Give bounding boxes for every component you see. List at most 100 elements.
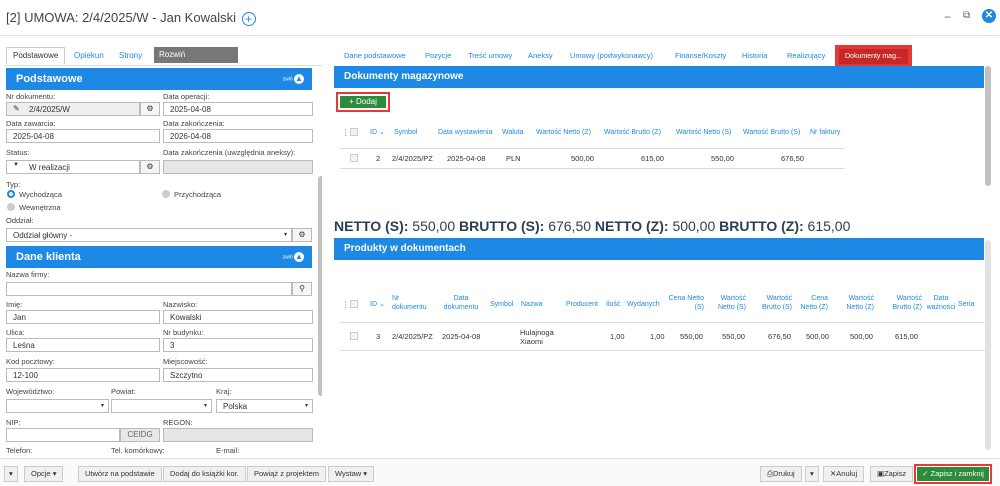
prod-select-all-checkbox[interactable] <box>350 300 358 308</box>
row-checkbox[interactable] <box>350 154 358 162</box>
prod-col-producent[interactable]: Producent <box>566 300 598 309</box>
gear-icon[interactable]: ⚙ <box>140 102 160 116</box>
prod-col-cena-netto-s[interactable]: Cena Netto (S) <box>668 294 704 312</box>
dodaj-ksiazki-button[interactable]: Dodaj do książki kor. <box>163 466 246 482</box>
tab-pozycje[interactable]: Pozycje <box>425 51 451 60</box>
oddzial-gear-icon[interactable]: ⚙ <box>292 228 312 242</box>
prod-col-wydanych[interactable]: Wydanych <box>627 300 660 309</box>
prod-col-cena-netto-z[interactable]: Cena Netto (Z) <box>796 294 828 312</box>
nr-budynku-input[interactable]: 3 <box>163 338 313 352</box>
collapse-client[interactable]: zwiń ▲ <box>283 252 304 262</box>
prod-col-data-dokumentu[interactable]: Data dokumentu <box>440 294 482 312</box>
col-wartosc-brutto-z[interactable]: Wartość Brutto (Z) <box>604 128 661 137</box>
prod-col-wartosc-brutto-s[interactable]: Wartość Brutto (S) <box>752 294 792 312</box>
tab-dokumenty-magazynowe[interactable]: Dokumenty mag... <box>835 45 912 68</box>
oddzial-select[interactable]: Oddział główny - ▾ <box>6 228 292 242</box>
regon-input[interactable] <box>163 428 313 442</box>
prod-col-id[interactable]: ID ⌄ <box>370 300 385 309</box>
wystaw-button[interactable]: Wystaw ▾ <box>328 466 375 482</box>
status-select[interactable]: ▼ W realizacji <box>6 160 140 174</box>
add-document-button[interactable]: + Dodaj <box>336 92 390 112</box>
prod-nr-dokumentu[interactable]: 2/4/2025/PZ <box>392 332 433 341</box>
add-icon[interactable]: + <box>241 11 256 26</box>
nr-dokumentu-input[interactable]: ✎ 2/4/2025/W <box>6 102 140 116</box>
ceidg-button[interactable]: CEIDG <box>120 428 160 442</box>
prod-col-nr-dokumentu[interactable]: Nr dokumentu <box>392 294 434 312</box>
nazwisko-input[interactable]: Kowalski <box>163 310 313 324</box>
right-scrollbar[interactable] <box>985 66 991 186</box>
data-operacji-input[interactable]: 2025-04-08 <box>163 102 313 116</box>
ulica-input[interactable]: Leśna <box>6 338 160 352</box>
data-zakonczenia-input[interactable]: 2026-04-08 <box>163 129 313 143</box>
imie-input[interactable]: Jan <box>6 310 160 324</box>
doc-symbol[interactable]: 2/4/2025/PZ <box>392 154 433 163</box>
prod-row-menu-icon[interactable]: ⋮ <box>342 300 350 309</box>
footer-toolbar: ▾ Opcje ▾ Utwórz na podstawie Dodaj do k… <box>0 458 1000 486</box>
drukuj-button[interactable]: ⎙Drukuj <box>760 466 802 482</box>
prod-col-nazwa[interactable]: Nazwa <box>521 300 542 309</box>
close-icon[interactable]: ✕ <box>982 9 996 23</box>
col-nr-faktury[interactable]: Nr faktury <box>810 128 840 137</box>
prod-col-seria[interactable]: Seria <box>958 300 974 309</box>
miejscowosc-input[interactable]: Szczytno <box>163 368 313 382</box>
data-zawarcia-input[interactable]: 2025-04-08 <box>6 129 160 143</box>
opcje-label: Opcje <box>31 469 51 478</box>
restore-icon[interactable]: ⧉ <box>963 10 970 21</box>
anuluj-button[interactable]: ✕Anuluj <box>823 466 865 482</box>
prod-col-wartosc-netto-s[interactable]: Wartość Netto (S) <box>710 294 746 312</box>
col-wartosc-netto-z[interactable]: Wartość Netto (Z) <box>536 128 591 137</box>
tab-strony[interactable]: Strony <box>113 48 148 63</box>
powiaz-button[interactable]: Powiąż z projektem <box>247 466 327 482</box>
tab-historia[interactable]: Historia <box>742 51 767 60</box>
col-data-wystawienia[interactable]: Data wystawienia <box>438 128 492 137</box>
expand-dropdown[interactable]: Rozwiń <box>154 47 238 63</box>
status-gear-icon[interactable]: ⚙ <box>140 160 160 174</box>
minimize-icon[interactable]: − <box>944 10 951 24</box>
tab-dane-podstawowe[interactable]: Dane podstawowe <box>344 51 406 60</box>
prod-col-wartosc-brutto-z[interactable]: Wartość Brutto (Z) <box>880 294 922 312</box>
tab-podstawowe[interactable]: Podstawowe <box>6 47 66 64</box>
powiat-select[interactable]: ▾ <box>111 399 212 413</box>
save-and-close-button[interactable]: ✓ Zapisz i zamknij <box>914 464 992 484</box>
col-wartosc-netto-s[interactable]: Wartość Netto (S) <box>676 128 731 137</box>
prod-row-checkbox[interactable] <box>350 332 358 340</box>
col-waluta[interactable]: Waluta <box>502 128 524 137</box>
utworz-button[interactable]: Utwórz na podstawie <box>78 466 162 482</box>
drukuj-caret-icon[interactable]: ▾ <box>805 466 819 482</box>
tab-finanse-koszty[interactable]: Finanse/Koszty <box>675 51 726 60</box>
prod-col-data-waznosci[interactable]: Data ważności <box>926 294 956 312</box>
col-wartosc-brutto-s[interactable]: Wartość Brutto (S) <box>743 128 800 137</box>
radio-przychodzaca[interactable] <box>162 190 170 198</box>
zapisz-button[interactable]: ▣Zapisz <box>870 466 914 482</box>
search-icon[interactable]: ⚲ <box>292 282 312 296</box>
kraj-select[interactable]: Polska ▾ <box>216 399 313 413</box>
data-zak-aneksy-input <box>163 160 313 174</box>
wojewodztwo-select[interactable]: ▾ <box>6 399 109 413</box>
radio-wewnetrzna[interactable] <box>7 203 15 211</box>
prod-col-wartosc-netto-z[interactable]: Wartość Netto (Z) <box>838 294 874 312</box>
collapse-basic[interactable]: zwiń ▲ <box>283 74 304 84</box>
col-id[interactable]: ID ⌄ <box>370 128 385 137</box>
row-menu-icon[interactable]: ⋮ <box>342 128 350 137</box>
prod-col-symbol[interactable]: Symbol <box>490 300 513 309</box>
tab-aneksy[interactable]: Aneksy <box>528 51 553 60</box>
kod-input[interactable]: 12-100 <box>6 368 160 382</box>
section-client-header[interactable]: Dane klienta zwiń ▲ <box>6 246 312 268</box>
left-scrollbar[interactable] <box>318 176 322 396</box>
tab-realizujacy[interactable]: Realizujący <box>787 51 825 60</box>
radio-wychodzaca[interactable] <box>7 190 15 198</box>
nazwa-firmy-input[interactable] <box>6 282 292 296</box>
tab-umowy-podwykonawcy[interactable]: Umowy (podwykonawcy) <box>570 51 653 60</box>
nip-input[interactable] <box>6 428 120 442</box>
chevron-down-icon: ▾ <box>363 469 368 478</box>
menu-caret-icon[interactable]: ▾ <box>4 466 18 482</box>
tab-tresc-umowy[interactable]: Treść umowy <box>468 51 512 60</box>
prod-col-ilosc[interactable]: Ilość <box>606 300 620 309</box>
opcje-button[interactable]: Opcje ▾ <box>24 466 64 482</box>
data-zak-aneksy-label: Data zakończenia (uwzględnia aneksy): <box>163 148 296 157</box>
section-basic-header[interactable]: Podstawowe zwiń ▲ <box>6 68 312 90</box>
products-scrollbar[interactable] <box>985 240 991 450</box>
col-symbol[interactable]: Symbol <box>394 128 417 137</box>
select-all-checkbox[interactable] <box>350 128 358 136</box>
tab-opiekun[interactable]: Opiekun <box>68 48 110 63</box>
